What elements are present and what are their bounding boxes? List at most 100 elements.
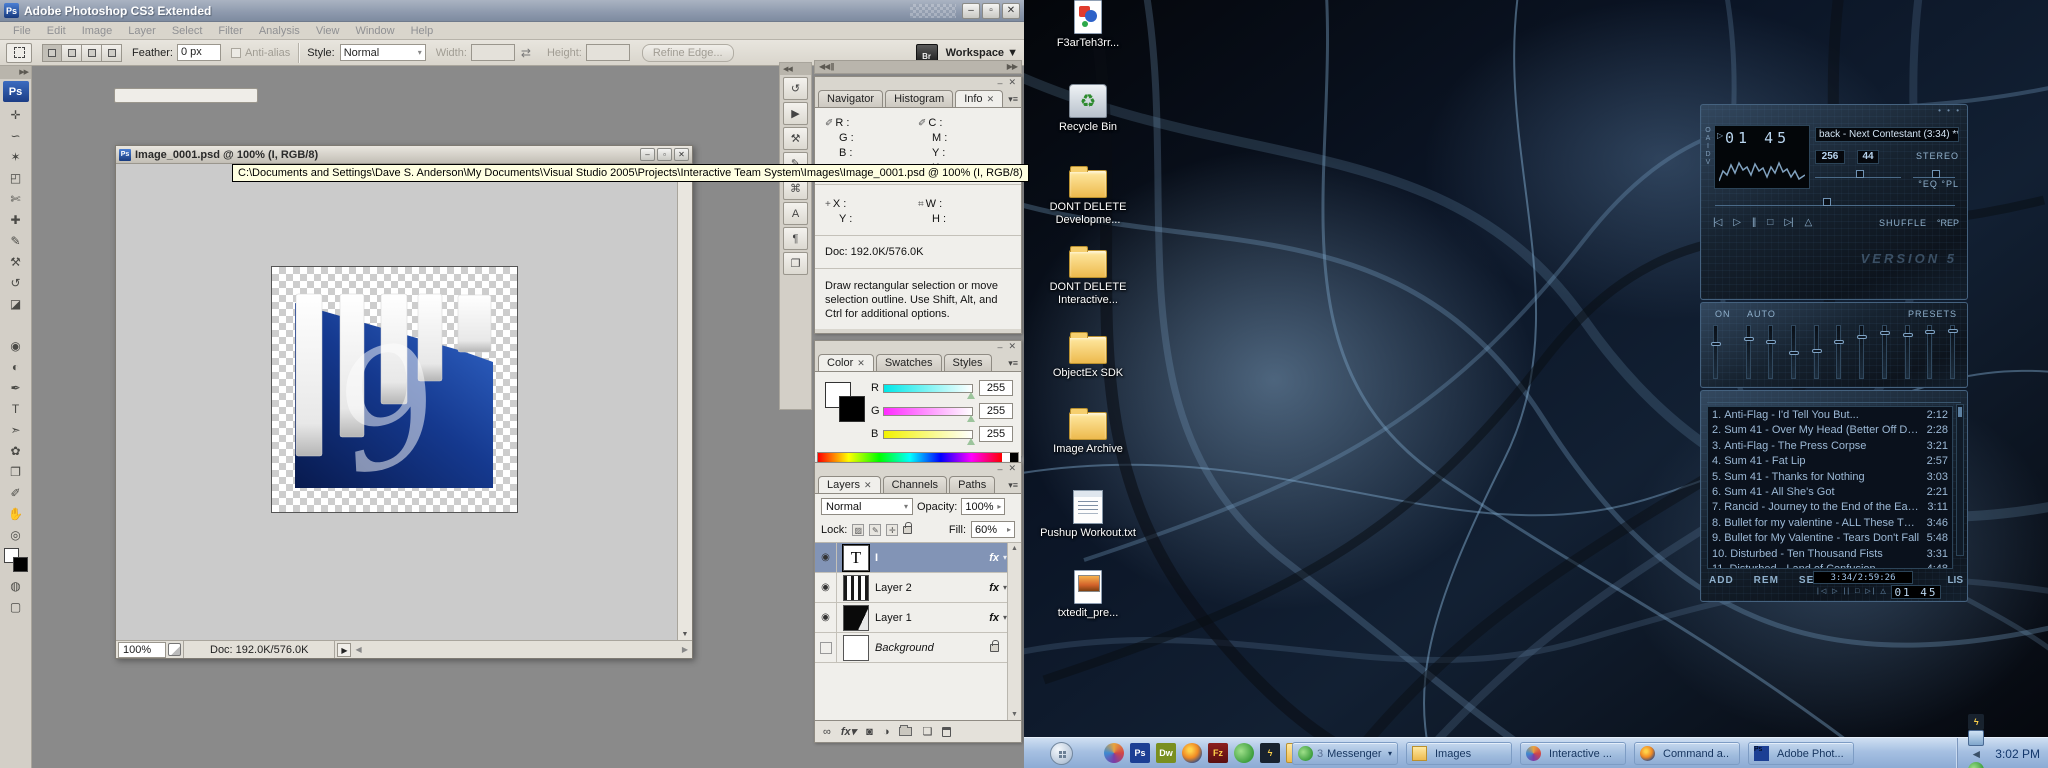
quicklaunch-dreamweaver-icon[interactable]: Dw — [1156, 743, 1176, 763]
tool-preset-picker[interactable] — [6, 43, 32, 63]
eq-band-slider[interactable] — [1859, 325, 1864, 379]
tab-layers[interactable]: Layers✕ — [818, 476, 881, 493]
palette-close-icon[interactable]: ✕ — [1008, 463, 1016, 474]
palette-flyout-icon[interactable]: ▾≡ — [1008, 358, 1018, 369]
palette-minimize-icon[interactable]: – — [997, 342, 1002, 352]
shuffle-button[interactable]: SHUFFLE — [1879, 218, 1927, 228]
workspace-button[interactable]: Workspace ▼ — [946, 47, 1018, 59]
layer-row-text[interactable]: ◉ T I fx ▾ — [815, 543, 1021, 573]
paragraph-palette-icon[interactable]: ¶ — [783, 227, 808, 250]
width-input[interactable] — [471, 44, 515, 61]
volume-slider[interactable] — [1815, 171, 1901, 178]
lock-position-icon[interactable]: ✛ — [886, 524, 898, 536]
winamp-visualizer[interactable]: ▷ 01 45 — [1714, 125, 1810, 189]
playlist-item[interactable]: 2. Sum 41 - Over My Head (Better Off Dea… — [1712, 423, 1948, 438]
tray-volume-icon[interactable]: ◄ — [1968, 746, 1984, 762]
repeat-button[interactable]: °REP — [1937, 218, 1959, 228]
menu-item[interactable]: Image — [75, 24, 120, 38]
add-layer-style-icon[interactable]: fx▾ — [841, 725, 856, 738]
eq-band-slider[interactable] — [1950, 325, 1955, 379]
tools-collapse-arrows[interactable]: ▶▶ — [0, 66, 31, 79]
tool-presets-palette-icon[interactable]: ⚒ — [783, 127, 808, 150]
playlist-item[interactable]: 6. Sum 41 - All She's Got 2:21 — [1712, 485, 1948, 500]
playlist-mini-transport[interactable]: |◁ ▷ || □ ▷| △ — [1817, 587, 1888, 595]
quicklaunch-winamp-icon[interactable]: ϟ — [1260, 743, 1280, 763]
playlist-scrollbar[interactable] — [1956, 404, 1964, 556]
playlist-rem-button[interactable]: REM — [1754, 575, 1779, 586]
menu-item[interactable]: Select — [165, 24, 210, 38]
desktop-icon-f3arteh3rr[interactable]: F3arTeh3rr... — [1038, 0, 1138, 50]
doc-minimize-button[interactable]: – — [640, 148, 655, 161]
tab-styles[interactable]: Styles — [944, 354, 992, 371]
dock-collapse-arrows[interactable]: ◀◀ — [780, 63, 811, 75]
page-preview-icon[interactable] — [168, 643, 181, 656]
layer-row-layer2[interactable]: ◉ Layer 2 fx ▾ — [815, 573, 1021, 603]
layer-fx-badge[interactable]: fx — [989, 552, 999, 564]
layer-fx-badge[interactable]: fx — [989, 582, 999, 594]
layers-scrollbar[interactable]: ▲▼ — [1007, 543, 1021, 720]
desktop-icon-dont-delete-developme[interactable]: DONT DELETE Developme... — [1038, 166, 1138, 227]
tab-channels[interactable]: Channels — [883, 476, 947, 493]
playlist-item[interactable]: 10. Disturbed - Ten Thousand Fists 3:31 — [1712, 547, 1948, 562]
palette-flyout-icon[interactable]: ▾≡ — [1008, 480, 1018, 491]
antialias-checkbox[interactable] — [231, 48, 241, 58]
move-tool[interactable]: ✛ — [3, 104, 29, 125]
menu-item[interactable]: Window — [348, 24, 401, 38]
playlist-item[interactable]: 11. Disturbed - Land of Confusion 4:48 — [1712, 562, 1948, 569]
subtract-selection-button[interactable] — [82, 44, 102, 62]
taskbar-task-messenger[interactable]: 3 Messenger ▾ — [1292, 742, 1398, 765]
layer-fx-badge[interactable]: fx — [989, 612, 999, 624]
winamp-stop-button[interactable]: □ — [1767, 217, 1772, 228]
new-layer-icon[interactable]: ❏ — [922, 725, 932, 738]
desktop-icon-recycle-bin[interactable]: ♻ Recycle Bin — [1038, 84, 1138, 134]
eq-band-slider[interactable] — [1836, 325, 1841, 379]
eq-band-slider[interactable] — [1713, 325, 1718, 379]
status-flyout-button[interactable]: ▶ — [337, 643, 351, 657]
add-selection-button[interactable] — [62, 44, 82, 62]
gradient-tool[interactable] — [3, 314, 29, 335]
tab-histogram[interactable]: Histogram — [885, 90, 953, 107]
winamp-titlebar[interactable]: • • • — [1701, 105, 1967, 116]
desktop-icon-image-archive[interactable]: Image Archive — [1038, 408, 1138, 456]
desktop-icon-pushup-workout[interactable]: Pushup Workout.txt — [1038, 490, 1138, 540]
dodge-tool[interactable]: ◐ — [3, 356, 29, 377]
opacity-input[interactable]: 100%▸ — [961, 498, 1005, 515]
clone-stamp-tool[interactable]: ⚒ — [3, 251, 29, 272]
track-title-marquee[interactable]: back - Next Contestant (3:34) *** — [1815, 127, 1959, 142]
playlist-add-button[interactable]: ADD — [1709, 575, 1734, 586]
lock-transparency-icon[interactable]: ▨ — [852, 524, 864, 536]
green-slider[interactable] — [883, 407, 973, 416]
menu-item[interactable]: Filter — [211, 24, 249, 38]
layer-thumbnail[interactable] — [843, 635, 869, 661]
menu-item[interactable]: Layer — [121, 24, 163, 38]
playlist-item[interactable]: 7. Rancid - Journey to the End of the Ea… — [1712, 500, 1948, 515]
feather-input[interactable]: 0 px — [177, 44, 221, 61]
eraser-tool[interactable]: ◪ — [3, 293, 29, 314]
layer-comps-palette-icon[interactable]: ❐ — [783, 252, 808, 275]
new-selection-button[interactable] — [42, 44, 62, 62]
refine-edge-button[interactable]: Refine Edge... — [642, 44, 734, 62]
palette-flyout-icon[interactable]: ▾≡ — [1008, 94, 1018, 105]
taskbar-task-images[interactable]: Images — [1406, 742, 1512, 765]
winamp-clutterbar[interactable]: O A I D V — [1704, 127, 1712, 167]
visibility-eye-checkbox[interactable] — [815, 633, 837, 662]
layer-thumbnail[interactable]: T — [843, 545, 869, 571]
photoshop-logo-button[interactable]: Ps — [3, 81, 29, 102]
layer-row-layer1[interactable]: ◉ Layer 1 fx ▾ — [815, 603, 1021, 633]
playlist-item[interactable]: 1. Anti-Flag - I'd Tell You But... 2:12 — [1712, 408, 1948, 423]
canvas-image[interactable]: 9 — [271, 266, 518, 513]
type-tool[interactable]: T — [3, 398, 29, 419]
healing-brush-tool[interactable]: ✚ — [3, 209, 29, 230]
tab-paths[interactable]: Paths — [949, 476, 995, 493]
menu-item[interactable]: Analysis — [252, 24, 307, 38]
hand-tool[interactable]: ✋ — [3, 503, 29, 524]
palette-close-icon[interactable]: ✕ — [1008, 341, 1016, 352]
doc-close-button[interactable]: ✕ — [674, 148, 689, 161]
seek-bar[interactable] — [1715, 199, 1955, 206]
eyedropper-tool[interactable]: ✐ — [3, 482, 29, 503]
document-canvas-area[interactable]: 9 — [116, 164, 677, 640]
winamp-eject-button[interactable]: △ — [1805, 217, 1812, 228]
taskbar-task-command[interactable]: Command a... — [1634, 742, 1740, 765]
menu-item[interactable]: View — [309, 24, 347, 38]
fill-input[interactable]: 60%▸ — [971, 521, 1015, 538]
